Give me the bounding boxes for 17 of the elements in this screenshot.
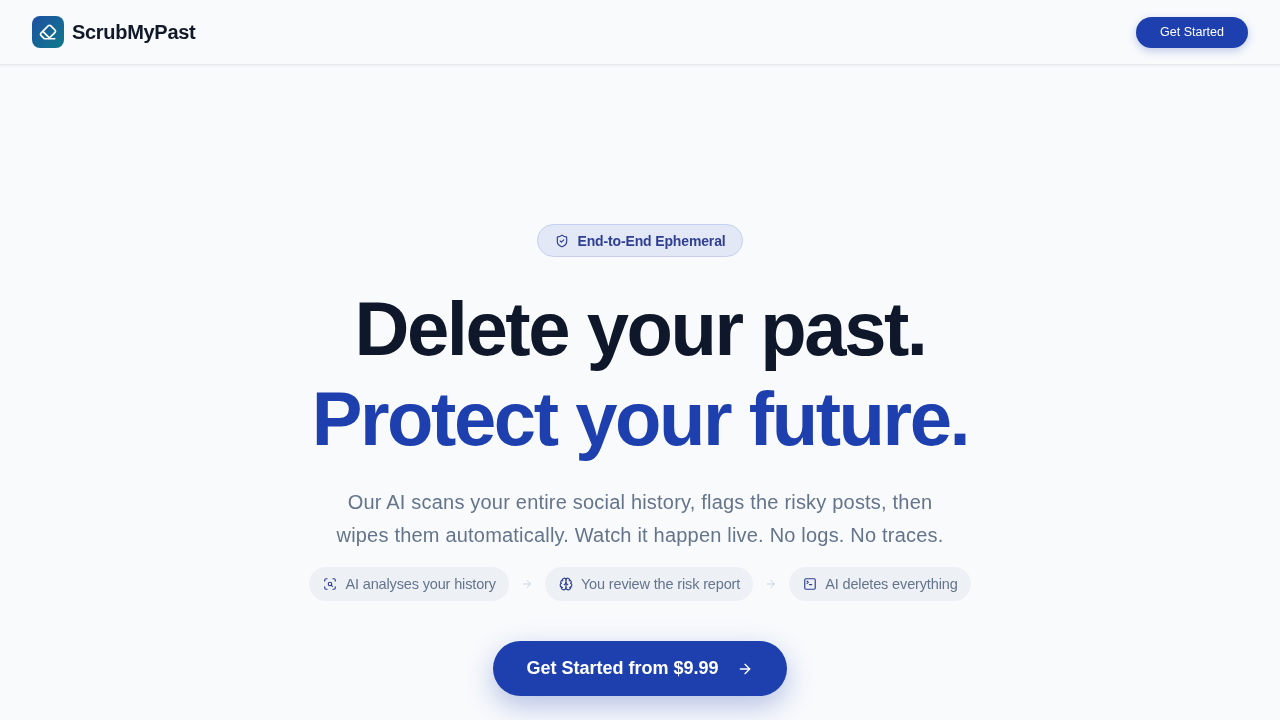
brand-name: ScrubMyPast bbox=[72, 20, 196, 44]
step-label: You review the risk report bbox=[580, 576, 741, 592]
eraser-logo-icon bbox=[32, 16, 64, 48]
headline-text: Delete your past. bbox=[353, 285, 927, 373]
terminal-icon bbox=[803, 577, 818, 591]
cta-button[interactable]: Get Started from $9.99 bbox=[493, 641, 787, 696]
badge-label: End-to-End Ephemeral bbox=[577, 232, 726, 249]
arrow-right-icon bbox=[765, 578, 778, 590]
step-label: AI analyses your history bbox=[345, 576, 496, 592]
arrow-right-icon bbox=[520, 578, 533, 590]
headline-text: Protect your future. bbox=[311, 375, 969, 463]
hero-description: Our AI scans your entire social history, flags the risky posts, then wipes them automatically. Watch it happen live. No logs. No traces. bbox=[335, 490, 945, 548]
step-label: AI deletes everything bbox=[825, 576, 958, 592]
shield-check-icon bbox=[555, 233, 570, 248]
brain-icon bbox=[558, 577, 573, 591]
get-started-button[interactable]: Get Started bbox=[1136, 16, 1248, 48]
scan-search-icon bbox=[323, 577, 338, 591]
